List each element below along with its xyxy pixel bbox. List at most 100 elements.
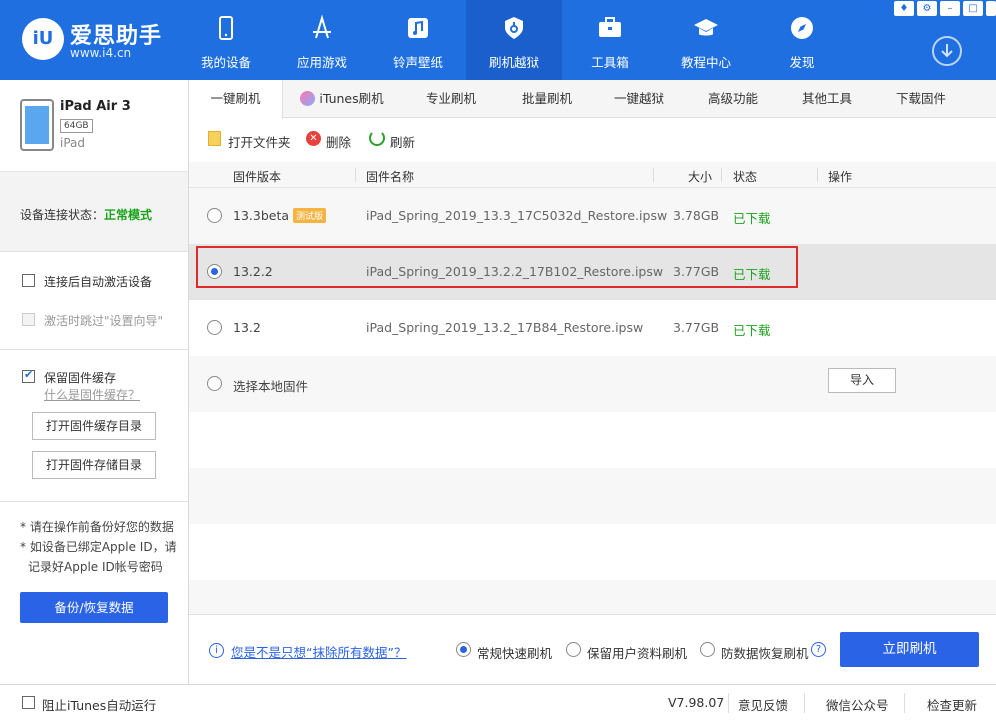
main-nav: 我的设备 应用游戏 铃声壁纸 刷机越狱 工具箱 教程中心 发现 [178, 0, 850, 80]
nav-label: 工具箱 [591, 55, 629, 70]
close-icon[interactable] [986, 1, 996, 16]
tab-one-click-jailbreak[interactable]: 一键越狱 [607, 80, 671, 118]
minimize-icon[interactable]: – [940, 1, 960, 16]
what-is-cache-link[interactable]: 什么是固件缓存？ [44, 386, 140, 403]
mode-anti-recovery-label: 防数据恢复刷机 [721, 646, 809, 661]
nav-ringtones-wallpapers[interactable]: 铃声壁纸 [370, 0, 466, 80]
skip-setup-checkbox[interactable] [22, 313, 35, 326]
nav-label: 教程中心 [680, 55, 731, 70]
nav-apps-games[interactable]: 应用游戏 [274, 0, 370, 80]
open-folder-button[interactable]: 打开文件夹 [228, 132, 291, 151]
tab-batch-flash[interactable]: 批量刷机 [515, 80, 579, 118]
tab-pro-flash[interactable]: 专业刷机 [419, 80, 483, 118]
refresh-button[interactable]: 刷新 [390, 132, 415, 151]
mode-keep-data-radio[interactable] [566, 642, 581, 657]
app-logo[interactable]: iU 爱思助手 www.i4.cn [22, 14, 162, 64]
keep-cache-label: 保留固件缓存 [44, 371, 117, 385]
import-button[interactable]: 导入 [828, 368, 896, 393]
local-firmware-radio[interactable] [207, 376, 222, 391]
empty-row [189, 524, 996, 580]
left-sidebar: iPad Air 3 64GB iPad 设备连接状态：正常模式 连接后自动激活… [0, 80, 189, 684]
ipad-icon [20, 99, 54, 151]
flash-icon [505, 17, 523, 39]
device-info: iPad Air 3 64GB iPad [0, 80, 188, 172]
phone-icon [219, 16, 233, 40]
tab-advanced[interactable]: 高级功能 [701, 80, 765, 118]
nav-toolbox[interactable]: 工具箱 [562, 0, 658, 80]
firmware-status: 已下载 [733, 211, 771, 226]
flash-now-button[interactable]: 立即刷机 [840, 632, 979, 667]
flash-tabs: 一键刷机 iTunes刷机 专业刷机 批量刷机 一键越狱 高级功能 其他工具 下… [189, 80, 996, 119]
tab-other-tools[interactable]: 其他工具 [795, 80, 859, 118]
firmware-radio[interactable] [207, 208, 222, 223]
delete-button[interactable]: 删除 [326, 132, 351, 151]
nav-tutorial-center[interactable]: 教程中心 [658, 0, 754, 80]
mode-normal-label: 常规快速刷机 [477, 646, 553, 661]
tab-itunes-flash[interactable]: iTunes刷机 [297, 80, 387, 118]
local-firmware-row[interactable]: 选择本地固件 导入 [189, 356, 996, 412]
skin-icon[interactable]: ♦ [894, 1, 914, 16]
maximize-icon[interactable]: □ [963, 1, 983, 16]
firmware-size: 3.77GB [673, 320, 720, 335]
block-itunes-checkbox[interactable] [22, 696, 35, 709]
device-capacity: 64GB [60, 119, 93, 133]
empty-row [189, 468, 996, 524]
settings-icon[interactable]: ⚙ [917, 1, 937, 16]
firmware-status: 已下载 [733, 323, 771, 338]
mode-normal-radio[interactable] [456, 642, 471, 657]
help-icon[interactable]: ? [811, 642, 826, 657]
feedback-link[interactable]: 意见反馈 [738, 695, 788, 714]
firmware-name: iPad_Spring_2019_13.3_17C5032d_Restore.i… [366, 208, 668, 223]
table-row[interactable]: 13.3beta 测试版 iPad_Spring_2019_13.3_17C503… [189, 188, 996, 244]
wechat-link[interactable]: 微信公众号 [826, 695, 889, 714]
col-version: 固件版本 [233, 170, 282, 184]
nav-my-device[interactable]: 我的设备 [178, 0, 274, 80]
col-size: 大小 [688, 170, 713, 184]
table-row[interactable]: 13.2 iPad_Spring_2019_13.2_17B84_Restore… [189, 300, 996, 356]
refresh-icon [369, 130, 385, 146]
flash-options-bar: i 您是不是只想“抹除所有数据”？ 常规快速刷机 保留用户资料刷机 防数据恢复刷… [189, 614, 996, 684]
table-row-selected[interactable]: 13.2.2 iPad_Spring_2019_13.2.2_17B102_Re… [189, 244, 996, 300]
open-storage-dir-button[interactable]: 打开固件存储目录 [32, 451, 156, 479]
firmware-version: 13.2 [233, 320, 261, 335]
tab-one-click-flash[interactable]: 一键刷机 [189, 80, 283, 119]
tab-download-firmware[interactable]: 下载固件 [889, 80, 953, 118]
firmware-size: 3.78GB [673, 208, 720, 223]
folder-icon [208, 131, 221, 146]
erase-all-link[interactable]: 您是不是只想“抹除所有数据”？ [231, 642, 406, 661]
logo-mark: iU [22, 18, 64, 60]
nav-discover[interactable]: 发现 [754, 0, 850, 80]
empty-row [189, 580, 996, 614]
col-action: 操作 [828, 170, 853, 184]
keep-cache-checkbox[interactable] [22, 368, 35, 383]
nav-flash-jailbreak[interactable]: 刷机越狱 [466, 0, 562, 80]
firmware-radio[interactable] [207, 320, 222, 335]
table-header: 固件版本 固件名称 大小 状态 操作 [189, 162, 996, 188]
nav-label: 发现 [789, 55, 815, 70]
note-line: 记录好Apple ID帐号密码 [28, 560, 163, 574]
connection-status: 设备连接状态：正常模式 [0, 172, 188, 252]
device-type: iPad [60, 136, 86, 150]
compass-icon [791, 17, 813, 39]
delete-icon: ✕ [306, 131, 321, 146]
block-itunes-label: 阻止iTunes自动运行 [42, 698, 157, 713]
auto-activate-checkbox[interactable] [22, 274, 35, 287]
toolbar: 打开文件夹 ✕ 删除 刷新 [189, 118, 996, 162]
connection-value: 正常模式 [104, 208, 153, 222]
skip-setup-label: 激活时跳过"设置向导" [44, 314, 164, 328]
note-line: * 请在操作前备份好您的数据 [20, 520, 174, 534]
open-cache-dir-button[interactable]: 打开固件缓存目录 [32, 412, 156, 440]
status-bar: 阻止iTunes自动运行 V7.98.07 意见反馈 微信公众号 检查更新 [0, 684, 996, 721]
check-update-link[interactable]: 检查更新 [927, 695, 977, 714]
activation-options: 连接后自动激活设备 激活时跳过"设置向导" [0, 252, 188, 350]
mode-keep-data-label: 保留用户资料刷机 [587, 646, 688, 661]
backup-restore-button[interactable]: 备份/恢复数据 [20, 592, 168, 623]
local-firmware-label: 选择本地固件 [233, 379, 309, 394]
mode-anti-recovery-radio[interactable] [700, 642, 715, 657]
col-name: 固件名称 [366, 170, 415, 184]
download-manager-icon[interactable] [932, 36, 962, 66]
toolbox-icon [599, 17, 621, 37]
auto-activate-label: 连接后自动激活设备 [44, 275, 153, 289]
note-line: * 如设备已绑定Apple ID，请 [20, 540, 177, 554]
empty-row [189, 412, 996, 468]
